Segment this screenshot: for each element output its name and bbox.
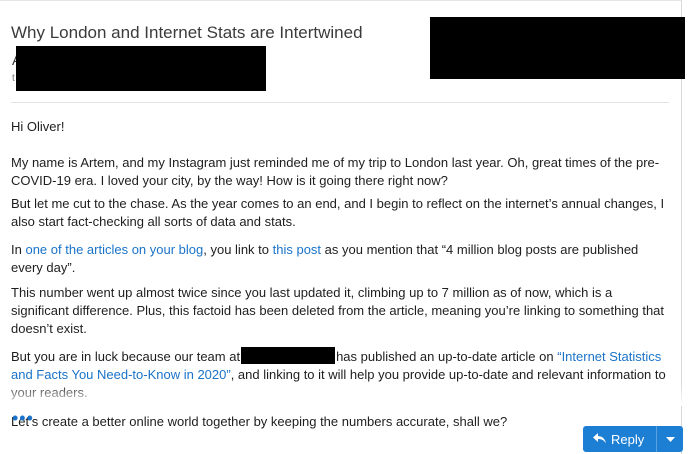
paragraph-chase: But let me cut to the chase. As the year… [11, 196, 665, 229]
text-segment: In [11, 242, 26, 257]
text-segment: But you are in luck because our team at [11, 349, 241, 364]
content-fade [0, 384, 682, 406]
text-segment: has published an up-to-date article on [336, 349, 558, 364]
chevron-down-icon [665, 430, 675, 448]
redacted-header-block [430, 17, 685, 79]
reply-button-group: Reply [583, 426, 684, 452]
email-subject: Why London and Internet Stats are Intert… [11, 23, 363, 42]
greeting: Hi Oliver! [11, 119, 65, 134]
reply-label: Reply [611, 431, 645, 447]
header-divider [11, 102, 669, 103]
reply-button[interactable]: Reply [583, 426, 657, 452]
redacted-company-name [241, 347, 336, 364]
redacted-sender-block [16, 46, 266, 91]
paragraph-links: In one of the articles on your blog, you… [11, 241, 671, 277]
paragraph-stats: This number went up almost twice since y… [11, 285, 665, 336]
reply-options-dropdown[interactable] [656, 426, 684, 452]
blog-article-link[interactable]: one of the articles on your blog [25, 242, 203, 257]
reply-arrow-icon [593, 432, 606, 447]
text-segment: , you link to [203, 242, 273, 257]
paragraph-intro: My name is Artem, and my Instagram just … [11, 155, 660, 188]
sender-sub: t [12, 73, 15, 84]
show-more-button[interactable]: ••• [12, 409, 34, 427]
paragraph-closing: Let’s create a better online world toget… [11, 414, 508, 429]
this-post-link[interactable]: this post [273, 242, 321, 257]
